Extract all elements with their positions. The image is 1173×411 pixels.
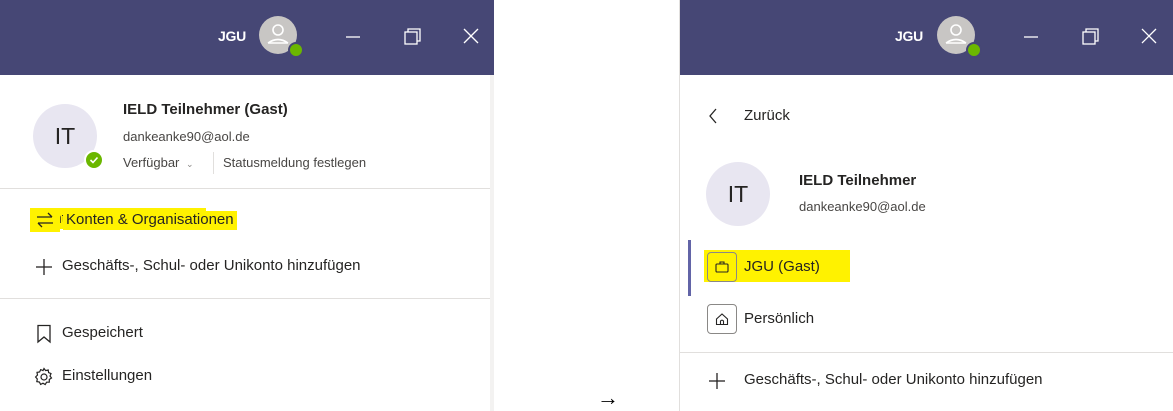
gear-icon (34, 367, 53, 386)
user-name: IELD Teilnehmer (799, 172, 917, 189)
home-icon (715, 313, 729, 326)
org-name: JGU (895, 28, 923, 44)
divider (0, 188, 494, 189)
org-name: JGU (218, 28, 246, 44)
add-account-label: Geschäfts-, Schul- oder Unikonto hinzufü… (62, 257, 361, 274)
status-available-icon (288, 42, 304, 58)
org-icon-box (707, 304, 737, 334)
restore-icon (1082, 28, 1099, 45)
back-button[interactable]: Zurück (680, 104, 880, 130)
user-email: dankeanke90@aol.de (799, 199, 926, 214)
settings-label: Einstellungen (62, 367, 153, 384)
close-button[interactable] (456, 22, 486, 52)
selected-indicator (688, 240, 691, 296)
minimize-icon (346, 36, 360, 38)
briefcase-icon (715, 261, 729, 273)
close-button[interactable] (1134, 22, 1164, 52)
avatar: IT (706, 162, 770, 226)
add-account-label: Geschäfts-, Schul- oder Unikonto hinzufü… (744, 371, 1043, 388)
bookmark-icon (37, 324, 51, 344)
profile-menu-panel: JGU IT IELD Teilnehmer (Gast) dankeanke9… (0, 0, 494, 411)
title-bar: JGU (0, 0, 494, 75)
settings-item[interactable]: Einstellungen (0, 362, 494, 394)
status-available-icon (966, 42, 982, 58)
transition-arrow: → (597, 385, 619, 410)
user-name: IELD Teilnehmer (Gast) (123, 101, 288, 118)
accounts-organizations-text: Konten & Organisationen (63, 211, 237, 230)
scrollbar[interactable] (490, 75, 494, 411)
user-email: dankeanke90@aol.de (123, 129, 250, 144)
switch-arrows-icon (37, 212, 53, 228)
back-label: Zurück (744, 107, 790, 124)
add-icon (709, 373, 725, 389)
restore-icon (404, 28, 421, 45)
set-status-message-link[interactable]: Statusmeldung festlegen (223, 155, 366, 170)
chevron-left-icon (709, 108, 717, 124)
org-label: Persönlich (744, 310, 815, 327)
availability-label: Verfügbar (123, 155, 180, 170)
add-account-item[interactable]: Geschäfts-, Schul- oder Unikonto hinzufü… (680, 366, 1173, 398)
org-label: JGU (Gast) (744, 258, 820, 275)
minimize-button[interactable] (338, 22, 368, 52)
org-icon-box (707, 252, 737, 282)
saved-label: Gespeichert (62, 324, 143, 341)
close-icon (463, 28, 479, 44)
title-bar: JGU (680, 0, 1173, 75)
minimize-button[interactable] (1016, 22, 1046, 52)
add-account-item[interactable]: Geschäfts-, Schul- oder Unikonto hinzufü… (0, 252, 494, 284)
org-item-jgu-guest[interactable]: JGU (Gast) (680, 240, 1173, 296)
accounts-organizations-panel: JGU Zurück IT IELD Teilnehmer dankeanke9… (679, 0, 1173, 411)
status-available-icon (84, 150, 104, 170)
minimize-icon (1024, 36, 1038, 38)
divider (0, 298, 494, 299)
org-item-personal[interactable]: Persönlich (680, 296, 1173, 342)
close-icon (1141, 28, 1157, 44)
chevron-down-icon: ⌄ (186, 159, 194, 169)
add-icon (36, 259, 52, 275)
availability-dropdown[interactable]: Verfügbar ⌄ (123, 155, 194, 170)
divider (680, 352, 1173, 353)
restore-button[interactable] (397, 22, 427, 52)
restore-button[interactable] (1075, 22, 1105, 52)
saved-item[interactable]: Gespeichert (0, 318, 494, 350)
divider (213, 152, 214, 174)
